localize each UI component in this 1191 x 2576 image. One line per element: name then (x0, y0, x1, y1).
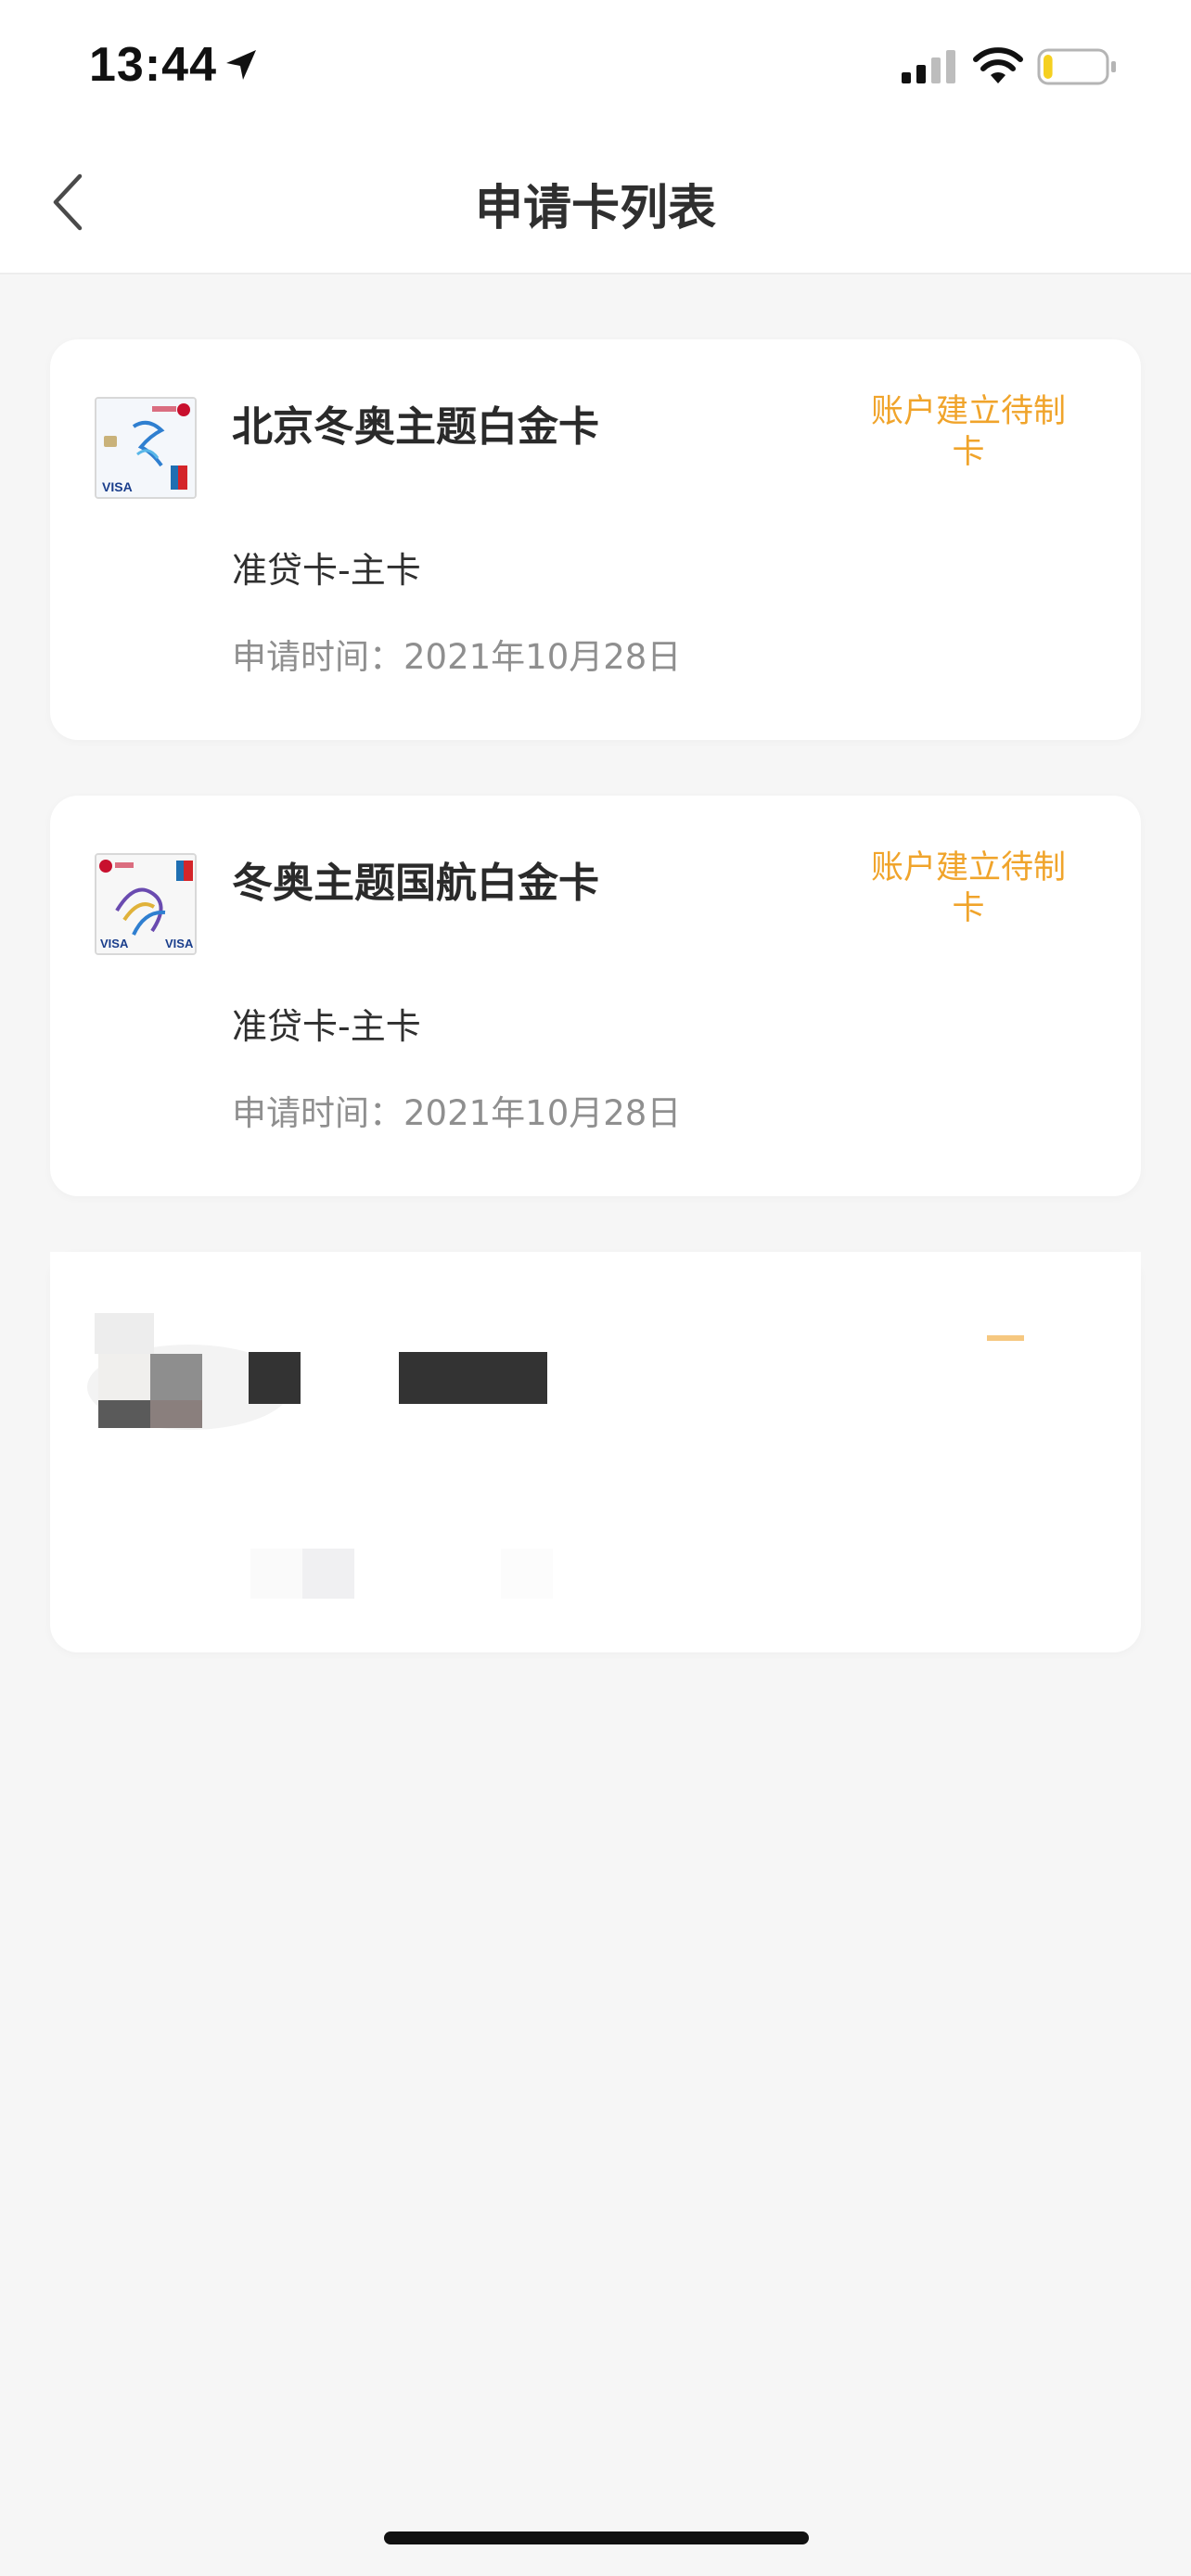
apply-date-label: 申请时间： (232, 637, 403, 677)
card-name: 北京冬奥主题白金卡 (232, 403, 599, 451)
apply-date-value: 2021年10月28日 (403, 1093, 682, 1133)
apply-date: 申请时间：2021年10月28日 (232, 629, 681, 679)
card-name: 冬奥主题国航白金卡 (232, 860, 599, 907)
nav-bar: 申请卡列表 (0, 130, 1191, 274)
location-arrow-icon (226, 50, 256, 80)
card-status: 账户建立待制卡 (870, 393, 1066, 471)
home-indicator[interactable] (384, 2531, 809, 2544)
credit-card-thumbnail: VISA VISA (95, 853, 197, 955)
page-title: 申请卡列表 (474, 181, 716, 236)
wifi-icon (973, 47, 1023, 83)
apply-date-value: 2021年10月28日 (403, 637, 682, 677)
status-time: 13:44 (89, 38, 217, 92)
redacted-content (50, 1252, 1141, 1599)
apply-date: 申请时间：2021年10月28日 (232, 1085, 681, 1135)
svg-text:VISA: VISA (165, 937, 194, 950)
svg-text:VISA: VISA (102, 479, 133, 494)
card-type: 准贷卡-主卡 (232, 550, 421, 591)
card-item-redacted[interactable] (50, 1252, 1141, 1652)
signal-icon (902, 50, 955, 83)
credit-card-thumbnail: VISA (95, 397, 197, 499)
status-bar: 13:44 (0, 0, 1191, 130)
card-item[interactable]: VISA 北京冬奥主题白金卡 账户建立待制卡 准贷卡-主卡 申请时间：2021年… (50, 339, 1141, 740)
svg-text:VISA: VISA (100, 937, 129, 950)
card-item[interactable]: VISA VISA 冬奥主题国航白金卡 账户建立待制卡 准贷卡-主卡 申请时间：… (50, 796, 1141, 1196)
card-status: 账户建立待制卡 (870, 849, 1066, 927)
apply-date-label: 申请时间： (232, 1093, 403, 1133)
card-type: 准贷卡-主卡 (232, 1006, 421, 1047)
battery-icon (1037, 48, 1116, 85)
